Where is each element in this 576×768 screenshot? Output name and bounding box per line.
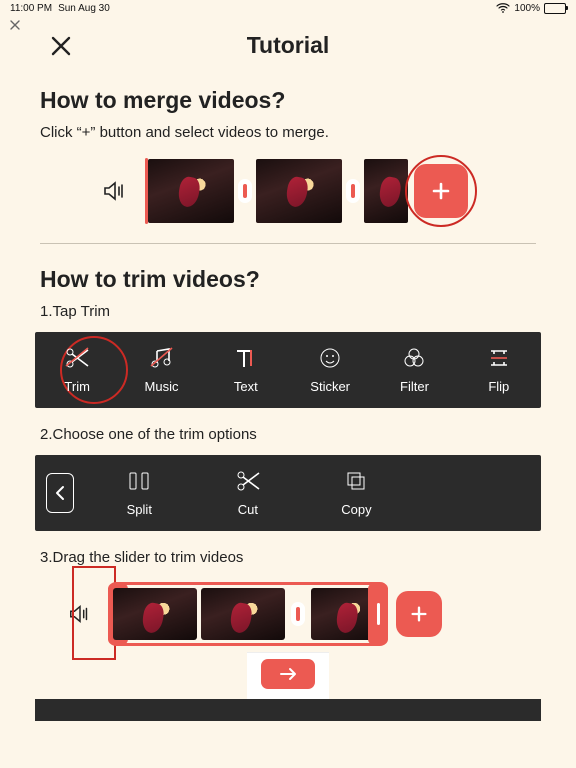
rings-icon: [401, 346, 427, 373]
chevron-left-icon: [46, 473, 74, 513]
trim-options-toolbar: Split Cut Copy: [35, 455, 541, 531]
status-battery-pct: 100%: [514, 3, 540, 14]
highlight-ring-icon: [405, 155, 477, 227]
tool-filter[interactable]: Filter: [372, 332, 456, 408]
status-date: Sun Aug 30: [58, 3, 110, 14]
music-note-icon: [148, 346, 174, 373]
merge-section-body: Click “+” button and select videos to me…: [40, 124, 536, 141]
tool-label: Split: [127, 502, 152, 517]
trim-slider[interactable]: [108, 582, 388, 646]
merge-illustration: [40, 159, 536, 223]
page-title: Tutorial: [247, 32, 330, 59]
close-button[interactable]: [44, 29, 78, 63]
clip-thumbnail[interactable]: [364, 159, 408, 223]
slider-illustration: [40, 582, 536, 646]
trim-step1: 1.Tap Trim: [40, 303, 536, 320]
trim-step3: 3.Drag the slider to trim videos: [40, 549, 536, 566]
tool-text[interactable]: Text: [204, 332, 288, 408]
clip-thumbnail[interactable]: [113, 588, 197, 640]
tool-split[interactable]: Split: [85, 455, 194, 531]
bottom-bar: [35, 699, 541, 721]
tool-label: Filter: [400, 379, 429, 394]
split-icon: [126, 469, 152, 496]
wifi-icon: [496, 3, 510, 13]
flip-icon: [486, 346, 512, 373]
clip-thumbnail[interactable]: [256, 159, 342, 223]
scissors-icon: [235, 469, 261, 496]
add-clip-button[interactable]: [414, 164, 468, 218]
battery-icon: [544, 3, 566, 14]
trim-handle-right[interactable]: [368, 583, 388, 645]
clip-thumbnail[interactable]: [148, 159, 234, 223]
main-toolbar: Trim Music Text Sticker Filter: [35, 332, 541, 408]
tool-label: Cut: [238, 502, 258, 517]
tool-trim[interactable]: Trim: [35, 332, 119, 408]
transition-pill[interactable]: [346, 179, 360, 203]
tool-cut[interactable]: Cut: [194, 455, 303, 531]
copy-icon: [343, 469, 369, 496]
header: Tutorial: [0, 22, 576, 65]
tool-label: Text: [234, 379, 258, 394]
tool-label: Copy: [341, 502, 371, 517]
confirm-button[interactable]: [261, 659, 315, 689]
text-icon: [233, 346, 259, 373]
tool-back[interactable]: [35, 455, 85, 531]
status-bar: 11:00 PM Sun Aug 30 100%: [0, 0, 576, 16]
clip-thumbnail[interactable]: [201, 588, 285, 640]
trim-step2: 2.Choose one of the trim options: [40, 426, 536, 443]
tool-music[interactable]: Music: [119, 332, 203, 408]
transition-pill[interactable]: [291, 602, 305, 626]
speaker-icon[interactable]: [95, 178, 135, 204]
status-time: 11:00 PM: [10, 3, 52, 14]
section-divider: [40, 243, 536, 244]
add-clip-button[interactable]: [396, 591, 442, 637]
tool-label: Music: [145, 379, 179, 394]
merge-section-title: How to merge videos?: [40, 87, 536, 114]
tool-copy[interactable]: Copy: [302, 455, 411, 531]
confirm-panel: [247, 652, 329, 699]
tool-label: Sticker: [310, 379, 350, 394]
smiley-icon: [317, 346, 343, 373]
tool-label: Flip: [488, 379, 509, 394]
trim-section-title: How to trim videos?: [40, 266, 536, 293]
tool-flip[interactable]: Flip: [457, 332, 541, 408]
scissors-crossed-icon: [64, 346, 90, 373]
transition-pill[interactable]: [238, 179, 252, 203]
tool-sticker[interactable]: Sticker: [288, 332, 372, 408]
tool-label: Trim: [64, 379, 90, 394]
